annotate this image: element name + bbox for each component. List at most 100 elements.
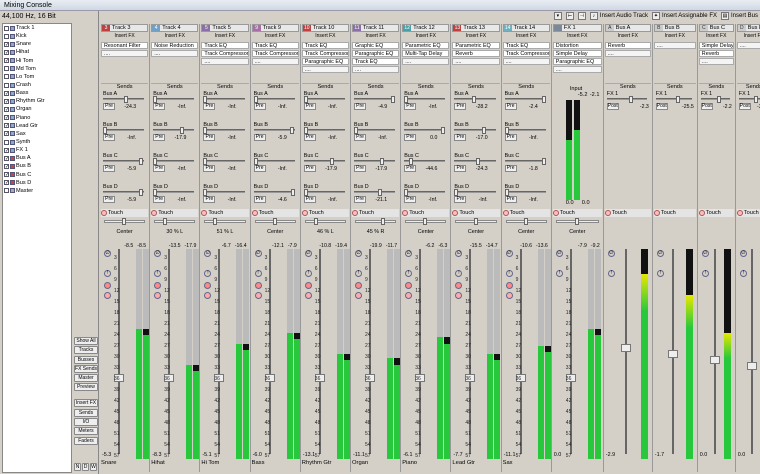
add-fx-slot[interactable]: .... xyxy=(151,50,199,57)
view-button[interactable]: I/O xyxy=(74,418,98,427)
fader-knob[interactable] xyxy=(747,362,758,370)
track-list-item[interactable]: ✓ Bus B xyxy=(3,162,71,170)
checkbox[interactable]: ✓ xyxy=(4,106,9,112)
fx-slot[interactable]: Track Compressor xyxy=(251,50,299,57)
pre-button[interactable]: Pre xyxy=(103,134,115,141)
pre-button[interactable]: Pre xyxy=(454,165,467,172)
pre-button[interactable]: Pre xyxy=(504,103,517,110)
send-slider-knob[interactable] xyxy=(404,189,409,196)
mute-icon[interactable]: ! xyxy=(104,270,111,277)
add-fx-slot[interactable]: .... xyxy=(452,58,500,65)
pre-button[interactable]: Pre xyxy=(303,196,316,203)
pre-button[interactable]: Pre xyxy=(203,196,216,203)
send-level-slider[interactable] xyxy=(504,96,546,103)
view-button[interactable]: Tracks xyxy=(74,346,98,355)
mute-icon[interactable]: ! xyxy=(355,270,362,277)
pre-button[interactable]: Pre xyxy=(253,165,266,172)
track-header[interactable]: 12 Track 12 xyxy=(402,24,450,32)
pre-button[interactable]: Pre xyxy=(253,134,266,141)
pan-slider[interactable] xyxy=(254,218,296,225)
add-fx-slot[interactable]: .... xyxy=(402,58,450,65)
track-header[interactable]: 11 Track 11 xyxy=(352,24,400,32)
send-slider-knob[interactable] xyxy=(472,96,477,103)
send-slider-knob[interactable] xyxy=(391,96,396,103)
fx-slot[interactable]: Paragraphic EQ xyxy=(552,58,602,65)
checkbox[interactable] xyxy=(4,139,9,145)
solo-icon[interactable] xyxy=(455,292,463,299)
pre-button[interactable]: Pre xyxy=(354,103,366,110)
send-slider-knob[interactable] xyxy=(541,96,546,103)
send-level-slider[interactable] xyxy=(103,127,145,134)
record-icon[interactable] xyxy=(254,282,262,289)
phase-icon[interactable]: ∅ xyxy=(355,250,362,257)
send-level-slider[interactable] xyxy=(153,96,195,103)
automation-mode[interactable]: Touch xyxy=(251,209,299,217)
view-button[interactable]: Sends xyxy=(74,408,98,417)
fx-slot[interactable]: Paragraphic EQ xyxy=(352,50,400,57)
bus-header[interactable]: A Bus A xyxy=(604,24,651,32)
mute-icon[interactable]: ! xyxy=(701,270,709,277)
phase-icon[interactable]: ∅ xyxy=(656,250,664,257)
send-level-slider[interactable] xyxy=(404,127,446,134)
pan-knob[interactable] xyxy=(381,218,386,225)
send-level-slider[interactable] xyxy=(153,158,195,165)
view-button[interactable]: Master xyxy=(74,374,98,383)
view-letter-button[interactable]: W xyxy=(90,463,97,471)
send-level-slider[interactable] xyxy=(606,96,647,103)
insert-audio-track-button[interactable]: ♪ Insert Audio Track xyxy=(589,12,648,20)
automation-mode[interactable]: Touch xyxy=(352,209,400,217)
insert-assignable-fx-button[interactable]: ✦ Insert Assignable FX xyxy=(651,12,717,20)
pre-button[interactable]: Pre xyxy=(153,196,166,203)
view-button[interactable]: Preview xyxy=(74,383,98,392)
send-slider-knob[interactable] xyxy=(203,158,208,165)
dropdown-icon[interactable]: ▾ xyxy=(553,12,562,20)
fx-slot[interactable]: Track Compressor xyxy=(201,50,249,57)
mute-icon[interactable]: ! xyxy=(739,270,747,277)
send-level-slider[interactable] xyxy=(153,189,195,196)
pre-button[interactable]: Pre xyxy=(303,165,316,172)
mute-icon[interactable]: ! xyxy=(304,270,312,277)
pan-slider[interactable] xyxy=(505,218,547,225)
checkbox[interactable]: ✓ xyxy=(4,41,9,47)
send-level-slider[interactable] xyxy=(303,96,345,103)
pre-button[interactable]: Pre xyxy=(103,103,115,110)
pan-slider[interactable] xyxy=(104,218,146,225)
send-level-slider[interactable] xyxy=(354,158,396,165)
fx-slot[interactable]: Track EQ xyxy=(502,42,550,49)
send-level-slider[interactable] xyxy=(203,189,245,196)
pre-button[interactable]: Pre xyxy=(303,134,316,141)
checkbox[interactable]: ✓ xyxy=(4,180,9,186)
send-slider-knob[interactable] xyxy=(253,96,258,103)
bus-header[interactable]: B Bus B xyxy=(653,24,696,32)
pan-knob[interactable] xyxy=(473,218,478,225)
phase-icon[interactable]: ∅ xyxy=(739,250,747,257)
phase-icon[interactable]: ∅ xyxy=(555,250,563,257)
view-button[interactable]: Insert FX xyxy=(74,399,98,408)
pre-button[interactable]: Pre xyxy=(454,196,467,203)
fx-slot[interactable]: Reverb xyxy=(698,50,734,57)
checkbox[interactable]: ✓ xyxy=(4,131,9,137)
send-level-slider[interactable] xyxy=(303,189,345,196)
track-header[interactable]: 5 Track 5 xyxy=(201,24,249,32)
track-list-item[interactable]: ✓ Bass xyxy=(3,89,71,97)
pre-button[interactable]: Pre xyxy=(454,134,467,141)
checkbox[interactable]: ✓ xyxy=(4,98,9,104)
record-icon[interactable] xyxy=(204,282,212,289)
record-icon[interactable] xyxy=(505,282,513,289)
volume-fader[interactable] xyxy=(747,249,758,454)
view-button[interactable]: Show All xyxy=(74,337,98,345)
record-icon[interactable] xyxy=(355,282,362,289)
mute-icon[interactable]: ! xyxy=(254,270,262,277)
fx-header[interactable]: FX 1 xyxy=(552,24,602,32)
pre-button[interactable]: Pre xyxy=(153,134,166,141)
solo-icon[interactable] xyxy=(505,292,513,299)
pre-button[interactable]: Pre xyxy=(253,196,266,203)
automation-mode[interactable]: Touch xyxy=(698,209,734,217)
send-level-slider[interactable] xyxy=(404,158,446,165)
send-level-slider[interactable] xyxy=(354,127,396,134)
checkbox[interactable]: ✓ xyxy=(4,163,9,169)
pan-slider[interactable] xyxy=(154,218,196,225)
send-slider-knob[interactable] xyxy=(754,96,759,103)
send-level-slider[interactable] xyxy=(504,127,546,134)
pre-button[interactable]: Pre xyxy=(153,103,166,110)
